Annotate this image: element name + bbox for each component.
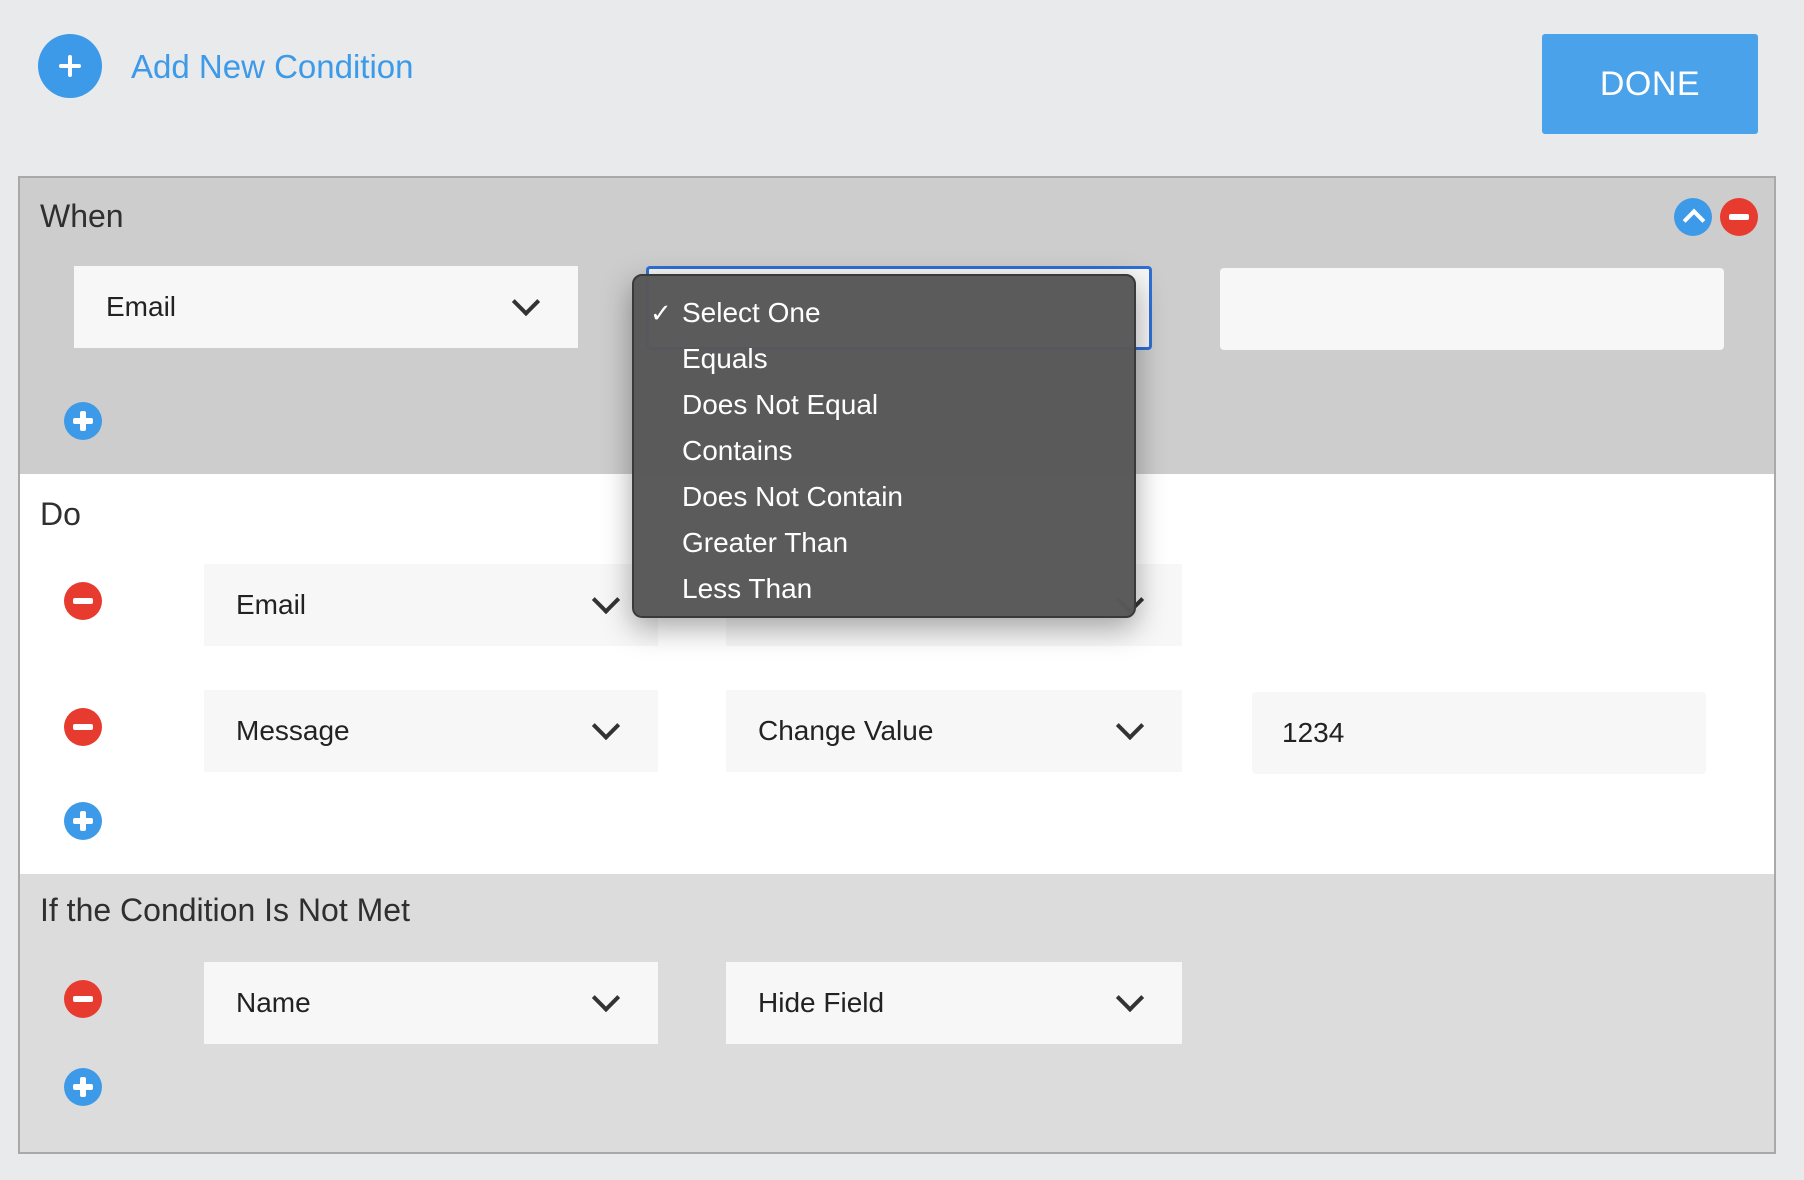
chevron-down-icon [511, 287, 541, 317]
do-value-input[interactable]: 1234 [1252, 692, 1706, 774]
do-value-text: 1234 [1282, 717, 1345, 748]
do-action-value: Change Value [758, 715, 934, 746]
menu-option-does-not-equal[interactable]: Does Not Equal [634, 382, 1134, 428]
add-do-row-icon[interactable] [64, 802, 102, 840]
else-action-select[interactable]: Hide Field [726, 962, 1182, 1044]
chevron-down-icon [1115, 711, 1145, 741]
checkmark-icon: ✓ [650, 298, 672, 328]
remove-else-row-icon[interactable] [64, 980, 102, 1018]
menu-option-label: Contains [682, 435, 793, 466]
else-field-select[interactable]: Name [204, 962, 658, 1044]
add-condition-icon[interactable] [38, 34, 102, 98]
add-new-condition-link[interactable]: Add New Condition [131, 48, 414, 86]
when-value-input[interactable] [1220, 268, 1724, 350]
else-section: If the Condition Is Not Met Name Hide Fi… [20, 874, 1774, 1152]
menu-option-label: Less Than [682, 573, 813, 604]
remove-do-row-icon[interactable] [64, 708, 102, 746]
menu-option-label: Does Not Contain [682, 481, 904, 512]
menu-option-does-not-contain[interactable]: Does Not Contain [634, 474, 1134, 520]
menu-option-label: Does Not Equal [682, 389, 879, 420]
done-button[interactable]: DONE [1542, 34, 1758, 134]
collapse-up-icon[interactable] [1674, 198, 1712, 236]
do-field-value: Message [236, 715, 350, 746]
chevron-down-icon [591, 585, 621, 615]
menu-option-label: Equals [682, 343, 768, 374]
add-when-rule-icon[interactable] [64, 402, 102, 440]
do-field-select[interactable]: Email [204, 564, 658, 646]
menu-option-less-than[interactable]: Less Than [634, 566, 1134, 612]
do-field-value: Email [236, 589, 307, 620]
remove-condition-icon[interactable] [1720, 198, 1758, 236]
menu-option-label: Greater Than [682, 527, 849, 558]
else-field-value: Name [236, 987, 311, 1018]
do-field-select[interactable]: Message [204, 690, 658, 772]
menu-option-greater-than[interactable]: Greater Than [634, 520, 1134, 566]
chevron-down-icon [591, 983, 621, 1013]
operator-dropdown-menu: ✓ Select One Equals Does Not Equal Conta… [632, 274, 1136, 618]
else-action-value: Hide Field [758, 987, 885, 1018]
chevron-down-icon [1115, 983, 1145, 1013]
menu-option-equals[interactable]: Equals [634, 336, 1134, 382]
do-action-select[interactable]: Change Value [726, 690, 1182, 772]
menu-option-contains[interactable]: Contains [634, 428, 1134, 474]
remove-do-row-icon[interactable] [64, 582, 102, 620]
else-title: If the Condition Is Not Met [40, 892, 410, 928]
when-field-select[interactable]: Email [74, 266, 578, 348]
when-title: When [40, 198, 124, 234]
add-else-row-icon[interactable] [64, 1068, 102, 1106]
chevron-down-icon [591, 711, 621, 741]
when-field-value: Email [106, 291, 177, 322]
do-title: Do [40, 496, 81, 532]
menu-option-select-one[interactable]: ✓ Select One [634, 290, 1134, 336]
menu-option-label: Select One [682, 297, 821, 328]
